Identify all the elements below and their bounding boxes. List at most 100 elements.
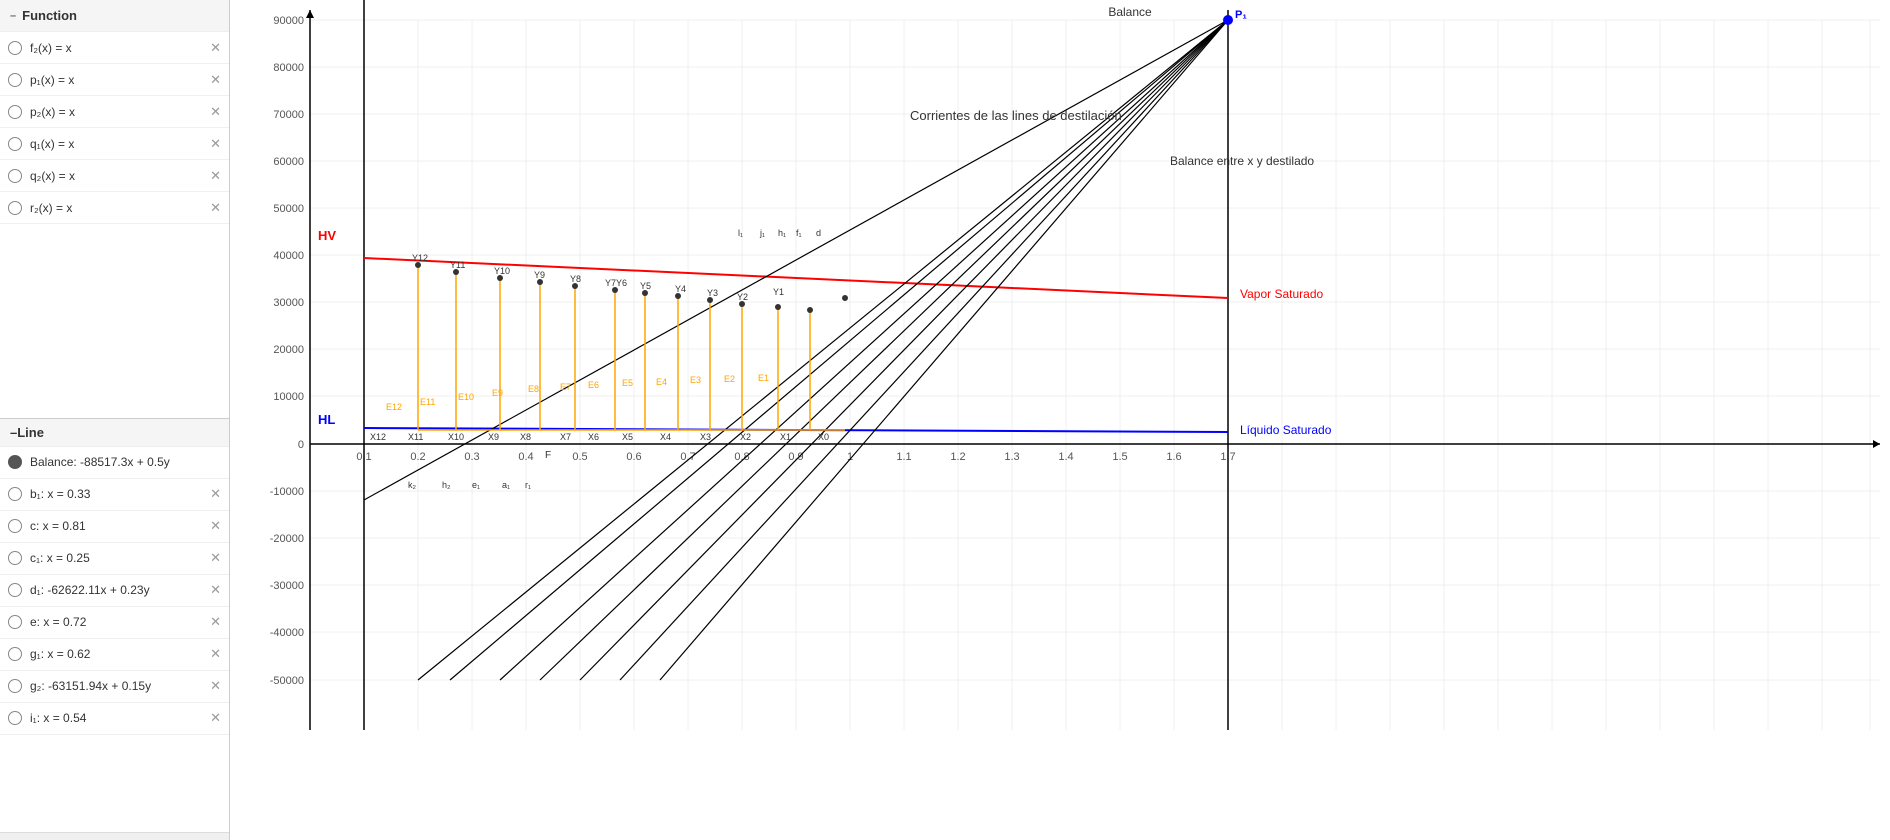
svg-text:Y2: Y2 (737, 292, 748, 302)
svg-text:E9: E9 (492, 388, 503, 398)
close-f2[interactable]: ✕ (210, 40, 221, 56)
close-e[interactable]: ✕ (210, 614, 221, 630)
svg-text:40000: 40000 (273, 250, 304, 262)
line-item-e[interactable]: e: x = 0.72 ✕ (0, 607, 229, 639)
svg-text:-30000: -30000 (270, 580, 304, 592)
svg-text:Y7Y6: Y7Y6 (605, 278, 627, 288)
line-collapse-icon[interactable]: – (10, 425, 17, 440)
function-item-p2[interactable]: p₂(x) = x ✕ (0, 96, 229, 128)
line-label-b1: b₁: x = 0.33 (30, 487, 206, 501)
close-p1[interactable]: ✕ (210, 72, 221, 88)
radio-r2[interactable] (8, 201, 22, 215)
svg-text:20000: 20000 (273, 344, 304, 356)
collapse-icon[interactable]: – (10, 10, 16, 22)
svg-text:1.3: 1.3 (1004, 451, 1019, 463)
radio-f2[interactable] (8, 41, 22, 55)
function-item-f2[interactable]: f₂(x) = x ✕ (0, 32, 229, 64)
function-item-q1[interactable]: q₁(x) = x ✕ (0, 128, 229, 160)
svg-text:0.7: 0.7 (680, 451, 695, 463)
svg-text:10000: 10000 (273, 391, 304, 403)
line-label-g1: g₁: x = 0.62 (30, 647, 206, 661)
svg-text:0.6: 0.6 (626, 451, 641, 463)
radio-g2[interactable] (8, 679, 22, 693)
radio-c[interactable] (8, 519, 22, 533)
svg-text:X2: X2 (740, 432, 751, 442)
svg-text:X0: X0 (818, 432, 829, 442)
svg-text:1.6: 1.6 (1166, 451, 1181, 463)
chart-svg: 90000 80000 70000 60000 50000 40000 3000… (230, 0, 1890, 840)
close-p2[interactable]: ✕ (210, 104, 221, 120)
close-c[interactable]: ✕ (210, 518, 221, 534)
radio-q2[interactable] (8, 169, 22, 183)
radio-e[interactable] (8, 615, 22, 629)
function-label-p1: p₁(x) = x (30, 73, 206, 87)
line-header-label: Line (17, 425, 44, 440)
svg-text:l₁: l₁ (738, 228, 743, 238)
function-list: f₂(x) = x ✕ p₁(x) = x ✕ p₂(x) = x ✕ q₁(x… (0, 32, 229, 418)
line-label-d1: d₁: -62622.11x + 0.23y (30, 583, 206, 597)
function-label-p2: p₂(x) = x (30, 105, 206, 119)
svg-text:Y8: Y8 (570, 274, 581, 284)
liquido-saturado-label: Líquido Saturado (1240, 423, 1332, 437)
close-g1[interactable]: ✕ (210, 646, 221, 662)
line-item-c[interactable]: c: x = 0.81 ✕ (0, 511, 229, 543)
line-item-g1[interactable]: g₁: x = 0.62 ✕ (0, 639, 229, 671)
svg-text:e₁: e₁ (472, 480, 480, 490)
svg-text:0.2: 0.2 (410, 451, 425, 463)
close-r2[interactable]: ✕ (210, 200, 221, 216)
radio-i1[interactable] (8, 711, 22, 725)
line-item-c1[interactable]: c₁: x = 0.25 ✕ (0, 543, 229, 575)
function-header-label: Function (22, 8, 77, 23)
svg-text:1.4: 1.4 (1058, 451, 1073, 463)
svg-text:X5: X5 (622, 432, 633, 442)
svg-text:90000: 90000 (273, 15, 304, 27)
line-item-d1[interactable]: d₁: -62622.11x + 0.23y ✕ (0, 575, 229, 607)
function-item-r2[interactable]: r₂(x) = x ✕ (0, 192, 229, 224)
close-q2[interactable]: ✕ (210, 168, 221, 184)
function-label-r2: r₂(x) = x (30, 201, 206, 215)
function-item-p1[interactable]: p₁(x) = x ✕ (0, 64, 229, 96)
hl-label: HL (318, 412, 335, 427)
svg-text:0.3: 0.3 (464, 451, 479, 463)
svg-text:60000: 60000 (273, 156, 304, 168)
svg-text:j₁: j₁ (759, 228, 765, 238)
line-list: Balance: -88517.3x + 0.5y b₁: x = 0.33 ✕… (0, 447, 229, 833)
line-item-g2[interactable]: g₂: -63151.94x + 0.15y ✕ (0, 671, 229, 703)
svg-text:0.9: 0.9 (788, 451, 803, 463)
radio-p1[interactable] (8, 73, 22, 87)
line-label-g2: g₂: -63151.94x + 0.15y (30, 679, 206, 693)
close-q1[interactable]: ✕ (210, 136, 221, 152)
close-i1[interactable]: ✕ (210, 710, 221, 726)
line-item-i1[interactable]: i₁: x = 0.54 ✕ (0, 703, 229, 735)
svg-text:E2: E2 (724, 374, 735, 384)
close-b1[interactable]: ✕ (210, 486, 221, 502)
line-item-balance[interactable]: Balance: -88517.3x + 0.5y (0, 447, 229, 479)
radio-q1[interactable] (8, 137, 22, 151)
svg-text:-20000: -20000 (270, 533, 304, 545)
left-panel: – Function f₂(x) = x ✕ p₁(x) = x ✕ p₂(x)… (0, 0, 230, 840)
close-c1[interactable]: ✕ (210, 550, 221, 566)
svg-text:X11: X11 (408, 432, 423, 442)
svg-text:-50000: -50000 (270, 675, 304, 687)
horizontal-scrollbar[interactable] (0, 832, 229, 840)
line-label-i1: i₁: x = 0.54 (30, 711, 206, 725)
svg-text:E7: E7 (560, 382, 571, 392)
svg-text:X8: X8 (520, 432, 531, 442)
function-label-q1: q₁(x) = x (30, 137, 206, 151)
line-item-b1[interactable]: b₁: x = 0.33 ✕ (0, 479, 229, 511)
vapor-saturado-label: Vapor Saturado (1240, 287, 1323, 301)
svg-text:X4: X4 (660, 432, 671, 442)
p1-label: P₁ (1235, 9, 1247, 21)
close-d1[interactable]: ✕ (210, 582, 221, 598)
close-g2[interactable]: ✕ (210, 678, 221, 694)
svg-text:-40000: -40000 (270, 627, 304, 639)
radio-d1[interactable] (8, 583, 22, 597)
radio-b1[interactable] (8, 487, 22, 501)
function-item-q2[interactable]: q₂(x) = x ✕ (0, 160, 229, 192)
radio-g1[interactable] (8, 647, 22, 661)
radio-p2[interactable] (8, 105, 22, 119)
radio-c1[interactable] (8, 551, 22, 565)
radio-balance[interactable] (8, 455, 22, 469)
svg-text:h₁: h₁ (778, 228, 786, 238)
svg-text:E12: E12 (386, 402, 402, 412)
